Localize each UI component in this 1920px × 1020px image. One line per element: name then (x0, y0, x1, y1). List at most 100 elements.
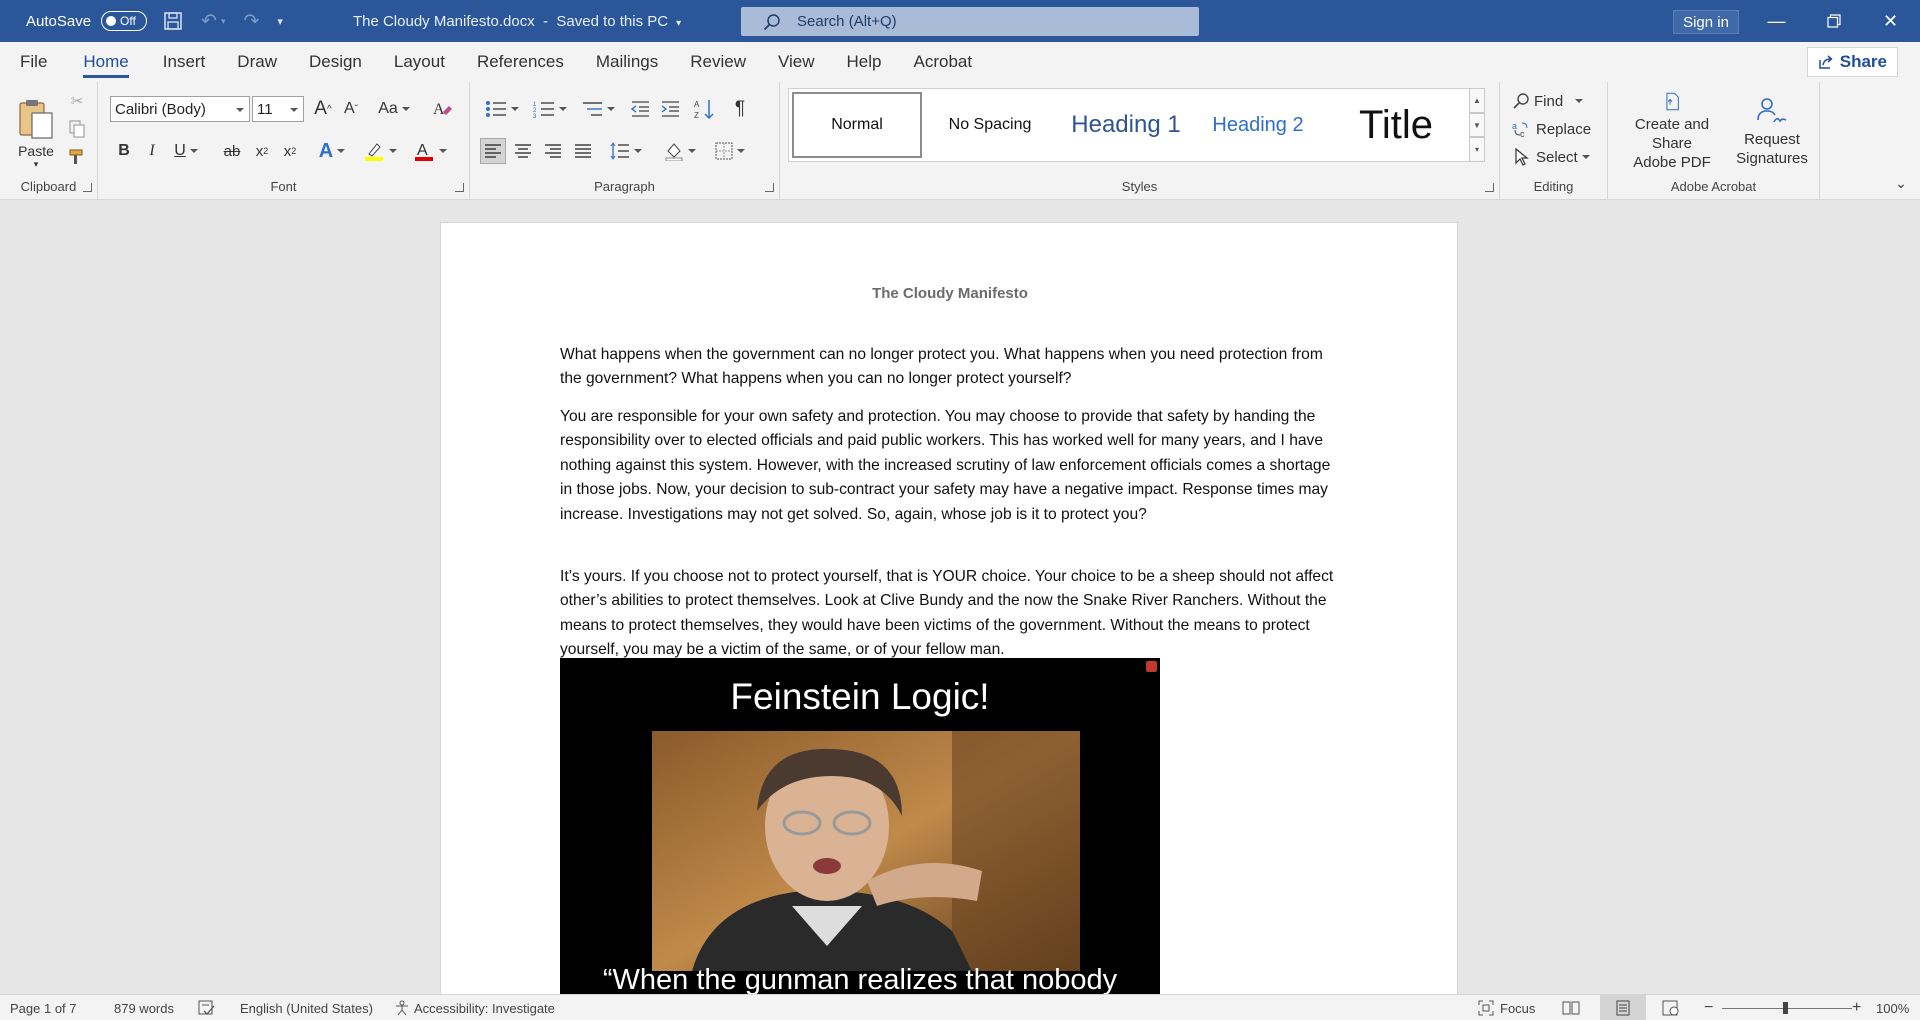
zoom-out-icon[interactable]: − (1704, 995, 1713, 1020)
document-area[interactable]: The Cloudy Manifesto What happens when t… (0, 200, 1920, 994)
tab-view[interactable]: View (764, 42, 829, 82)
meme-image[interactable]: Feinstein Logic! “When the gunman realiz… (560, 658, 1160, 994)
restore-icon[interactable] (1806, 0, 1861, 42)
tab-mailings[interactable]: Mailings (582, 42, 672, 82)
subscript-button[interactable]: x2 (250, 138, 274, 164)
copy-icon[interactable] (66, 118, 88, 140)
increase-indent-icon[interactable] (656, 96, 684, 122)
grow-font-button[interactable]: A ^ (310, 96, 336, 122)
borders-icon[interactable] (710, 138, 750, 164)
cut-icon[interactable]: ✂ (66, 90, 88, 112)
style-normal[interactable]: Normal (792, 92, 922, 158)
clear-formatting-icon[interactable]: A (428, 96, 456, 122)
tab-design[interactable]: Design (295, 42, 376, 82)
font-dialog-launcher-icon[interactable] (455, 183, 464, 192)
autosave-toggle[interactable]: Off (101, 11, 148, 31)
replace-button[interactable]: ac Replace (1512, 116, 1591, 142)
request-signatures-button[interactable]: Request Signatures (1732, 92, 1812, 172)
redo-icon[interactable]: ↷ (244, 10, 260, 33)
highlight-button[interactable] (360, 138, 400, 164)
word-count[interactable]: 879 words (114, 995, 174, 1020)
collapse-ribbon-icon[interactable]: ⌄ (1890, 172, 1912, 194)
shrink-font-button[interactable]: Aˇ (338, 96, 364, 122)
search-placeholder: Search (Alt+Q) (797, 13, 897, 30)
paragraph-dialog-launcher-icon[interactable] (765, 183, 774, 192)
italic-button[interactable]: I (140, 138, 164, 164)
paragraph-group-label: Paragraph (594, 179, 655, 194)
show-formatting-marks-icon[interactable]: ¶ (726, 96, 754, 122)
style-heading-1[interactable]: Heading 1 (1058, 92, 1194, 158)
document-title[interactable]: The Cloudy Manifesto.docx - Saved to thi… (353, 13, 681, 30)
read-mode-icon[interactable] (1562, 995, 1580, 1020)
text-effects-button[interactable]: A (314, 138, 350, 164)
underline-button[interactable]: U (168, 138, 204, 164)
superscript-button[interactable]: x2 (278, 138, 302, 164)
style-title[interactable]: Title (1322, 92, 1470, 158)
focus-button[interactable]: Focus (1478, 995, 1535, 1020)
undo-icon[interactable]: ↶ ▾ (201, 10, 225, 33)
search-input[interactable]: Search (Alt+Q) (741, 7, 1199, 36)
sign-in-button[interactable]: Sign in (1673, 10, 1739, 34)
tab-references[interactable]: References (463, 42, 578, 82)
clipboard-dialog-launcher-icon[interactable] (83, 183, 92, 192)
bold-button[interactable]: B (112, 138, 136, 164)
document-page[interactable]: The Cloudy Manifesto What happens when t… (440, 222, 1458, 994)
strikethrough-button[interactable]: ab (218, 138, 246, 164)
find-button[interactable]: Find (1512, 88, 1584, 114)
language-indicator[interactable]: English (United States) (240, 995, 373, 1020)
line-spacing-icon[interactable] (606, 138, 646, 164)
justify-icon[interactable] (570, 138, 596, 164)
minimize-icon[interactable]: — (1749, 0, 1804, 42)
web-layout-icon[interactable] (1662, 995, 1680, 1020)
close-icon[interactable]: ✕ (1863, 0, 1918, 42)
styles-gallery: Normal No Spacing Heading 1 Heading 2 Ti… (788, 88, 1485, 163)
proofing-icon[interactable] (198, 995, 216, 1020)
tab-file[interactable]: File (6, 42, 61, 82)
zoom-slider[interactable] (1722, 995, 1852, 1020)
zoom-level[interactable]: 100% (1876, 995, 1909, 1020)
multilevel-list-icon[interactable] (576, 96, 620, 122)
gallery-more-icon[interactable]: ▾ (1469, 137, 1485, 163)
zoom-in-icon[interactable]: + (1852, 995, 1861, 1020)
print-layout-icon[interactable] (1600, 995, 1646, 1020)
change-case-button[interactable]: Aa (374, 96, 414, 122)
align-right-icon[interactable] (540, 138, 566, 164)
save-icon[interactable] (163, 11, 183, 31)
styles-group-label: Styles (1121, 179, 1158, 194)
select-button[interactable]: Select (1512, 144, 1590, 170)
decrease-indent-icon[interactable] (626, 96, 654, 122)
font-size-select[interactable]: 11 (252, 96, 304, 122)
create-share-pdf-button[interactable]: Create and Share Adobe PDF (1614, 92, 1730, 172)
style-heading-2[interactable]: Heading 2 (1194, 92, 1322, 158)
accessibility-status[interactable]: Accessibility: Investigate (394, 995, 555, 1020)
shading-icon[interactable] (660, 138, 700, 164)
meme-title-text: Feinstein Logic! (730, 676, 990, 717)
gallery-down-icon[interactable]: ▼ (1469, 112, 1485, 138)
tab-help[interactable]: Help (833, 42, 896, 82)
gallery-up-icon[interactable]: ▲ (1469, 88, 1485, 113)
tab-home[interactable]: Home (69, 42, 142, 82)
sort-icon[interactable]: AZ (690, 96, 718, 122)
tab-draw[interactable]: Draw (223, 42, 291, 82)
page-count[interactable]: Page 1 of 7 (10, 995, 77, 1020)
tab-insert[interactable]: Insert (149, 42, 220, 82)
styles-dialog-launcher-icon[interactable] (1485, 183, 1494, 192)
font-color-button[interactable]: A (410, 138, 450, 164)
tab-review[interactable]: Review (676, 42, 760, 82)
align-center-icon[interactable] (510, 138, 536, 164)
tab-layout[interactable]: Layout (380, 42, 459, 82)
paragraph: What happens when the government can no … (560, 346, 1323, 388)
paste-button[interactable]: Paste ▾ (10, 88, 62, 178)
tab-acrobat[interactable]: Acrobat (900, 42, 987, 82)
numbering-icon[interactable]: 123 (528, 96, 572, 122)
editing-group-label: Editing (1533, 179, 1574, 194)
align-left-icon[interactable] (480, 138, 506, 164)
customize-quick-access-icon[interactable]: ▾ (277, 15, 283, 28)
share-button[interactable]: Share (1806, 47, 1898, 77)
font-name-select[interactable]: Calibri (Body) (110, 96, 250, 122)
styles-gallery-scroll: ▲ ▼ ▾ (1469, 88, 1485, 163)
bullets-icon[interactable] (480, 96, 524, 122)
font-group-label: Font (270, 179, 297, 194)
style-no-spacing[interactable]: No Spacing (922, 92, 1058, 158)
format-painter-icon[interactable] (66, 146, 88, 168)
